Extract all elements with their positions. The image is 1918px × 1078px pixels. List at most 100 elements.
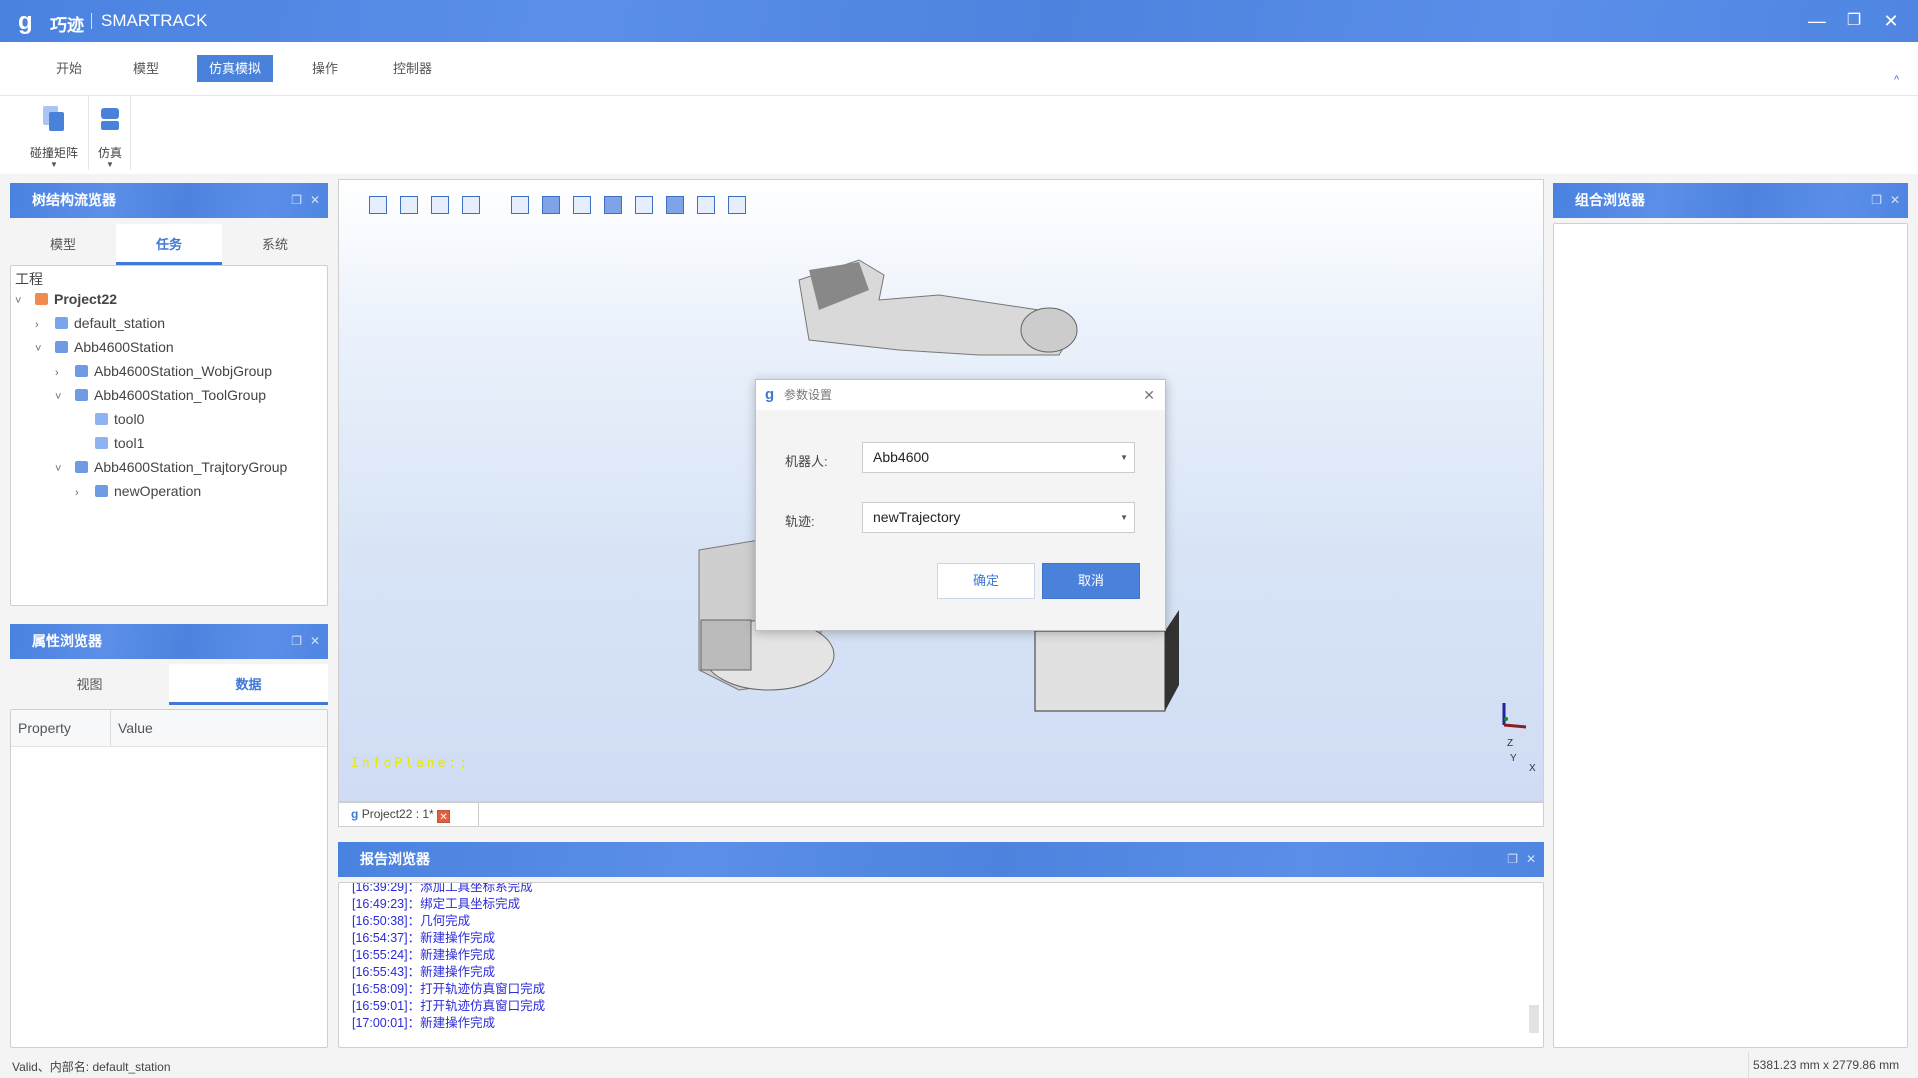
scrollbar-thumb[interactable] — [1529, 1005, 1539, 1033]
log-entry: [16:58:09]：打开轨迹仿真窗口完成 — [352, 982, 546, 996]
tree-item[interactable]: › default_station — [35, 312, 165, 334]
tree-item[interactable]: tool1 — [75, 432, 144, 454]
trajectory-select[interactable]: newTrajectory ▼ — [862, 502, 1135, 533]
chevron-down-icon[interactable]: ˅ — [15, 290, 27, 312]
app-logo-icon: g — [765, 386, 775, 403]
station-icon — [55, 317, 68, 329]
report-log: [16:39:29]：添加工具坐标系完成 [16:49:23]：绑定工具坐标完成 [… — [338, 882, 1544, 1048]
title-bar: g 巧迹 SMARTRACK — ❐ ✕ — [0, 0, 1918, 42]
tree-item-label: Project22 — [54, 291, 118, 307]
panel-title: 属性浏览器 — [32, 633, 102, 649]
robot-select[interactable]: Abb4600 ▼ — [862, 442, 1135, 473]
float-icon[interactable]: ❐ — [291, 183, 302, 218]
tree-panel: 树结构流览器 ❐ ✕ 模型 任务 系统 工程 ˅ Project22 › defaul… — [10, 183, 328, 606]
close-icon[interactable]: ✕ — [1526, 842, 1536, 877]
dropdown-arrow-icon: ▼ — [106, 160, 114, 169]
dropdown-arrow-icon: ▼ — [1120, 513, 1128, 522]
float-icon[interactable]: ❐ — [291, 624, 302, 659]
collision-matrix-label: 碰撞矩阵 — [29, 146, 78, 160]
chevron-down-icon[interactable]: ˅ — [35, 338, 47, 360]
restore-icon[interactable]: ❐ — [1841, 8, 1867, 34]
tree-item[interactable]: ˅ Abb4600Station_TrajtoryGroup — [55, 456, 287, 478]
cancel-button[interactable]: 取消 — [1042, 563, 1140, 599]
minimize-icon[interactable]: — — [1804, 8, 1830, 34]
log-entry: [16:55:24]：新建操作完成 — [352, 948, 496, 962]
tab-simulation[interactable]: 仿真模拟 — [197, 55, 274, 82]
robot-label: 机器人: — [785, 454, 828, 469]
tool-icon — [95, 437, 108, 449]
close-icon[interactable]: ✕ — [310, 183, 320, 218]
robot-station-icon — [55, 341, 68, 353]
tree-item[interactable]: ˅ Abb4600Station_ToolGroup — [55, 384, 266, 406]
axis-x-label: X — [1529, 763, 1536, 774]
status-text: Valid、内部名: default_station — [12, 1060, 171, 1074]
tool-icon — [95, 413, 108, 425]
tree-item-label: tool1 — [114, 435, 145, 451]
panel-title: 树结构流览器 — [32, 192, 116, 208]
tab-task[interactable]: 任务 — [116, 224, 222, 265]
axis-triad — [1502, 703, 1527, 729]
parameter-settings-dialog: g 参数设置 ✕ 机器人: Abb4600 ▼ 轨迹: newTrajector… — [755, 379, 1166, 631]
tree-item[interactable]: tool0 — [75, 408, 144, 430]
close-icon[interactable]: ✕ — [1143, 380, 1155, 410]
tab-model[interactable]: 模型 — [10, 224, 116, 265]
dialog-title-bar: g 参数设置 ✕ — [756, 380, 1165, 410]
tab-model[interactable]: 模型 — [121, 55, 171, 82]
tab-operation[interactable]: 操作 — [300, 55, 350, 82]
tab-controller[interactable]: 控制器 — [381, 55, 444, 82]
tree-view: 工程 ˅ Project22 › default_station ˅ Abb4600Sta… — [10, 265, 328, 606]
chevron-down-icon[interactable]: ˅ — [55, 386, 67, 408]
tab-data[interactable]: 数据 — [169, 664, 328, 705]
collision-matrix-button[interactable]: 碰撞矩阵 ▼ — [26, 104, 82, 169]
float-icon[interactable]: ❐ — [1507, 842, 1518, 877]
report-panel: 报告浏览器 ❐ ✕ [16:39:29]：添加工具坐标系完成 [16:49:23]… — [338, 842, 1544, 1048]
tree-item-label: Abb4600Station_TrajtoryGroup — [94, 459, 288, 475]
brand-name: 巧迹 — [50, 16, 84, 35]
log-entry: [16:59:01]：打开轨迹仿真窗口完成 — [352, 999, 546, 1013]
property-table: Property Value — [10, 709, 328, 1048]
menu-tabs: 开始 模型 仿真模拟 操作 控制器 ^ — [0, 42, 1918, 96]
log-entry: [16:39:29]：添加工具坐标系完成 — [352, 882, 533, 894]
panel-header: 报告浏览器 ❐ ✕ — [338, 842, 1544, 877]
robot-simulation-icon — [97, 104, 123, 132]
property-tabs: 视图 数据 — [10, 664, 328, 708]
chevron-right-icon[interactable]: › — [55, 362, 67, 384]
ok-button[interactable]: 确定 — [937, 563, 1035, 599]
column-header-value[interactable]: Value — [111, 710, 153, 746]
table-header: Property Value — [11, 710, 327, 747]
chevron-right-icon[interactable]: › — [75, 482, 87, 504]
collapse-ribbon-icon[interactable]: ^ — [1894, 74, 1899, 86]
close-icon[interactable]: ✕ — [310, 624, 320, 659]
tree-item-label: Abb4600Station — [74, 339, 174, 355]
tree-item[interactable]: › Abb4600Station_WobjGroup — [55, 360, 272, 382]
panel-title: 组合浏览器 — [1575, 192, 1645, 208]
simulation-button[interactable]: 仿真 ▼ — [94, 104, 126, 169]
tab-system[interactable]: 系统 — [222, 224, 328, 265]
divider — [88, 96, 89, 170]
tree-item-label: default_station — [74, 315, 166, 331]
log-entry: [16:54:37]：新建操作完成 — [352, 931, 496, 945]
axis-z-label: Z — [1507, 738, 1514, 749]
chevron-down-icon[interactable]: ˅ — [55, 458, 67, 480]
tool-group-icon — [75, 389, 88, 401]
tab-start[interactable]: 开始 — [44, 55, 94, 82]
robot-select-value: Abb4600 — [873, 449, 930, 465]
column-header-property[interactable]: Property — [11, 710, 111, 746]
tree-item[interactable]: › newOperation — [75, 480, 201, 502]
close-tab-icon[interactable]: ✕ — [437, 810, 451, 823]
tree-root-label: 工程 — [15, 271, 43, 287]
doc-tab-project22[interactable]: g Project22 : 1* ✕ — [339, 803, 479, 826]
panel-header: 树结构流览器 ❐ ✕ — [10, 183, 328, 218]
tree-item[interactable]: ˅ Abb4600Station — [35, 336, 174, 358]
trajectory-group-icon — [75, 461, 88, 473]
wobj-group-icon — [75, 365, 88, 377]
tree-item-label: Abb4600Station_ToolGroup — [94, 387, 267, 403]
tab-view[interactable]: 视图 — [10, 664, 169, 705]
tree-item[interactable]: ˅ Project22 — [15, 288, 117, 310]
float-icon[interactable]: ❐ — [1871, 183, 1882, 218]
document-tabs: g Project22 : 1* ✕ — [338, 802, 1544, 827]
close-icon[interactable]: ✕ — [1890, 183, 1900, 218]
close-icon[interactable]: ✕ — [1878, 8, 1904, 34]
log-entry: [16:50:38]：几何完成 — [352, 914, 471, 928]
chevron-right-icon[interactable]: › — [35, 314, 47, 336]
